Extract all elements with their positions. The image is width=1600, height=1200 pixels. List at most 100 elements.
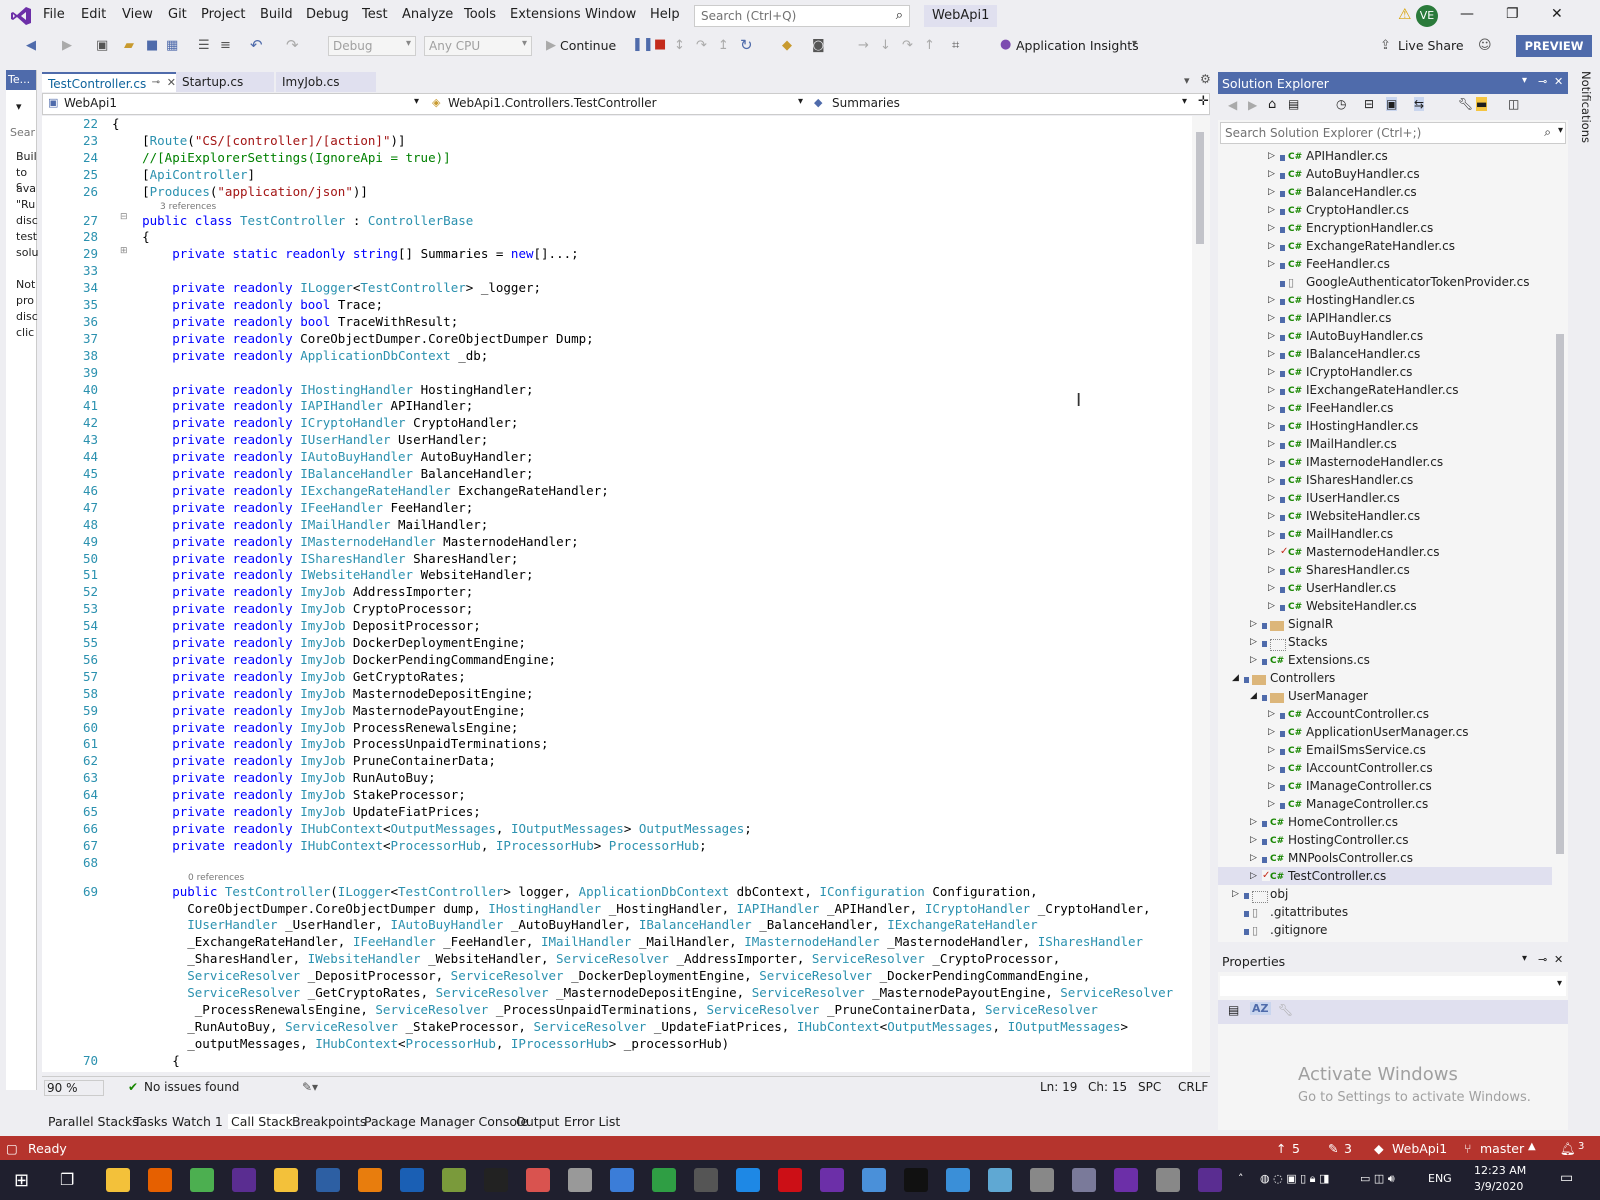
warning-icon[interactable]: ⚠ [1398,5,1411,23]
file-explorer-icon[interactable] [106,1168,130,1192]
language-indicator[interactable]: ENG [1428,1172,1452,1185]
task-view-icon[interactable]: ❐ [60,1170,74,1189]
tab-startup[interactable]: Startup.cs [176,72,274,92]
visual-studio-icon[interactable] [820,1168,844,1192]
categorized-icon[interactable]: ▤ [1228,1003,1239,1017]
expand-arrow-icon[interactable]: ▷ [1268,187,1275,197]
minimize-icon[interactable]: — [1460,6,1474,22]
pencil-icon[interactable]: ✎ [1328,1141,1338,1156]
expand-arrow-icon[interactable]: ▷ [1268,421,1275,431]
platform-select[interactable]: Any CPU [424,36,532,56]
expand-arrow-icon[interactable]: ▷ [1268,169,1275,179]
close-icon[interactable]: ✕ [1554,953,1563,966]
vscode-icon[interactable] [736,1168,760,1192]
diagnostics-icon[interactable]: ⌗ [952,38,959,53]
expand-arrow-icon[interactable]: ▷ [1268,439,1275,449]
menu-item-test[interactable]: Test [362,7,388,22]
pending-changes-icon[interactable]: ◷ [1336,97,1346,111]
configuration-select[interactable]: Debug [328,36,416,56]
tray-icons-2[interactable]: ▭ ◫ 🔊︎ [1360,1172,1395,1186]
app-icon[interactable] [400,1168,424,1192]
redo-icon[interactable]: ↷ [286,36,299,54]
expand-arrow-icon[interactable]: ▷ [1268,367,1275,377]
tool-icon[interactable] [568,1168,592,1192]
code-lens[interactable]: 3 references [160,202,216,212]
firefox-icon[interactable] [148,1168,172,1192]
pin-icon[interactable]: ⊸ [152,77,160,88]
save-icon[interactable]: ■ [146,38,158,53]
step-over-icon[interactable]: ↷ [696,38,707,53]
menu-item-help[interactable]: Help [650,7,680,22]
repo-icon[interactable]: ◆ [1374,1141,1384,1156]
expand-arrow-icon[interactable]: ▷ [1268,601,1275,611]
collapse-icon[interactable]: ⊟ [1364,97,1374,111]
expand-arrow-icon[interactable]: ▷ [1268,475,1275,485]
clock-time[interactable]: 12:23 AM [1474,1164,1526,1177]
collapse-arrow-icon[interactable]: ◢ [1250,691,1257,701]
continue-icon[interactable]: ▶ [546,38,556,53]
bottom-tab-call-stack[interactable]: Call Stack [228,1114,296,1129]
lightbulb-icon[interactable]: ● [1000,37,1011,52]
search-input[interactable]: Search (Ctrl+Q) ⌕ [694,5,910,27]
opera-icon[interactable] [778,1168,802,1192]
switch-views-icon[interactable]: ▤ [1288,97,1299,111]
tool-icon-2[interactable] [946,1168,970,1192]
issues-label[interactable]: No issues found [144,1080,239,1094]
link-icon[interactable] [610,1168,634,1192]
properties-object-select[interactable]: ▾ [1220,976,1566,996]
pin-icon[interactable]: ⊸ [1538,953,1547,966]
chevron-up-icon[interactable]: ▲ [1528,1141,1536,1152]
live-share-button[interactable]: Live Share [1398,38,1464,53]
close-tab-icon[interactable]: ✕ [167,76,176,89]
terminal-icon[interactable] [484,1168,508,1192]
expand-arrow-icon[interactable]: ▷ [1250,637,1257,647]
solution-tree-item[interactable] [1218,885,1552,903]
menu-item-analyze[interactable]: Analyze [402,7,453,22]
step-icon[interactable]: ↕ [674,38,685,53]
home-icon[interactable]: ⌂ [1268,97,1276,112]
expand-arrow-icon[interactable]: ▷ [1268,745,1275,755]
windows-start-icon[interactable]: ⊞ [14,1170,29,1191]
close-icon[interactable]: ✕ [1554,75,1563,88]
branch-icon[interactable]: ⑂ [1464,1141,1472,1156]
step-back-icon[interactable]: ↷ [902,38,913,53]
solution-scrollbar[interactable] [1554,144,1566,936]
solution-tree-item[interactable] [1218,903,1552,921]
editor-scroll-thumb[interactable] [1196,132,1204,244]
blender-icon[interactable] [358,1168,382,1192]
member-dropdown[interactable]: Summaries [832,96,900,110]
stop-icon[interactable]: ■ [654,37,666,52]
settings-icon[interactable] [1030,1168,1054,1192]
expand-arrow-icon[interactable]: ▷ [1250,835,1257,845]
zoom-select[interactable]: 90 % [44,1080,104,1096]
book-icon[interactable] [862,1168,886,1192]
expand-arrow-icon[interactable]: ▷ [1268,727,1275,737]
expand-arrow-icon[interactable]: ▷ [1250,655,1257,665]
solution-search-input[interactable]: Search Solution Explorer (Ctrl+;) ⌕ ▾ [1220,122,1566,144]
save-all-icon[interactable]: ▦ [166,38,178,53]
expand-arrow-icon[interactable]: ▷ [1250,619,1257,629]
toolbox-search[interactable]: Sear [10,126,35,139]
whitespace-mode[interactable]: SPC [1138,1080,1161,1094]
avatar[interactable]: VE [1416,5,1438,27]
pause-icon[interactable]: ❚❚ [632,37,654,52]
notifications-tab[interactable]: Notifications [1572,71,1596,143]
line-ending[interactable]: CRLF [1178,1080,1208,1094]
expand-arrow-icon[interactable]: ▷ [1268,241,1275,251]
step-out-icon[interactable]: ↥ [718,38,729,53]
expand-arrow-icon[interactable]: ▷ [1250,817,1257,827]
expand-arrow-icon[interactable]: ▷ [1268,349,1275,359]
brush-icon[interactable]: ✎▾ [302,1080,318,1094]
solution-tree-item[interactable] [1218,615,1552,633]
pin-icon[interactable]: ⊸ [1538,75,1547,88]
tray-icons[interactable]: ◍ ◌ ▣ ▯ 🔒︎ ◨ [1260,1172,1329,1186]
app-icon-2[interactable] [988,1168,1012,1192]
chevron-down-icon[interactable]: ▾ [414,96,419,107]
solution-tree-item[interactable] [1218,669,1552,687]
rider-icon[interactable] [904,1168,928,1192]
expand-arrow-icon[interactable]: ▷ [1268,403,1275,413]
undo-icon[interactable]: ↶ [250,36,263,54]
open-folder-icon[interactable]: ▰ [124,38,134,53]
folder-icon[interactable] [274,1168,298,1192]
repo-name[interactable]: WebApi1 [1392,1141,1447,1156]
